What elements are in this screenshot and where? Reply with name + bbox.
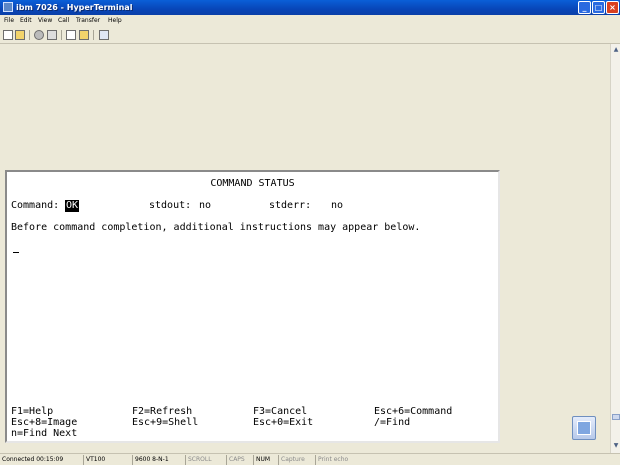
stderr-value: no: [331, 200, 344, 211]
status-bar: Connected 00:15:09 VT100 9600 8-N-1 SCRO…: [0, 453, 620, 465]
stderr-label: stderr:: [269, 200, 312, 211]
toolbar-separator: [93, 30, 94, 40]
scroll-to-bottom-button[interactable]: [572, 416, 596, 440]
key-esc9-shell[interactable]: Esc+9=Shell: [132, 417, 198, 429]
properties-icon[interactable]: [99, 30, 109, 40]
scroll-thumb[interactable]: [612, 414, 620, 420]
minimize-button[interactable]: _: [578, 1, 591, 14]
key-find[interactable]: /=Find: [374, 417, 410, 429]
menu-file[interactable]: File: [4, 16, 14, 26]
status-emulation: VT100: [83, 455, 131, 465]
disconnect-icon[interactable]: [34, 30, 44, 40]
status-print-echo: Print echo: [315, 455, 363, 465]
toolbar: [0, 27, 620, 44]
toolbar-separator: [61, 30, 62, 40]
toolbar-separator: [29, 30, 30, 40]
status-connected: Connected 00:15:09: [2, 456, 64, 463]
menu-transfer[interactable]: Transfer: [76, 16, 100, 26]
receive-icon[interactable]: [79, 30, 89, 40]
key-esc0-exit[interactable]: Esc+0=Exit: [253, 417, 313, 429]
menu-bar: File Edit View Call Transfer Help: [0, 15, 620, 27]
maximize-button[interactable]: □: [592, 1, 605, 14]
scroll-up-icon[interactable]: ▲: [612, 46, 620, 54]
close-button[interactable]: ×: [606, 1, 619, 14]
text-cursor: [13, 252, 19, 253]
stdout-value: no: [199, 200, 212, 211]
status-message: Before command completion, additional in…: [11, 222, 421, 233]
status-settings: 9600 8-N-1: [132, 455, 184, 465]
menu-help[interactable]: Help: [108, 16, 122, 26]
arrow-down-icon: [577, 421, 591, 435]
window-title: ibm 7026 - HyperTerminal: [16, 3, 133, 12]
key-find-next[interactable]: n=Find Next: [11, 428, 77, 440]
menu-call[interactable]: Call: [58, 16, 69, 26]
scroll-down-icon[interactable]: ▼: [612, 442, 620, 450]
status-scroll: SCROLL: [185, 455, 225, 465]
menu-view[interactable]: View: [38, 16, 52, 26]
command-status-badge: OK: [65, 200, 80, 212]
vertical-scrollbar[interactable]: ▲ ▼: [610, 44, 620, 453]
open-icon[interactable]: [15, 30, 25, 40]
hyperterminal-app-icon[interactable]: [3, 2, 13, 12]
menu-edit[interactable]: Edit: [20, 16, 32, 26]
panel-title: COMMAND STATUS: [210, 178, 295, 189]
title-bar: ibm 7026 - HyperTerminal _ □ ×: [0, 0, 620, 15]
new-icon[interactable]: [3, 30, 13, 40]
status-caps: CAPS: [226, 455, 252, 465]
status-capture: Capture: [278, 455, 314, 465]
dial-icon[interactable]: [47, 30, 57, 40]
command-label: Command:: [11, 200, 60, 211]
send-icon[interactable]: [66, 30, 76, 40]
command-status-panel[interactable]: COMMAND STATUS Command: OK stdout: no st…: [5, 170, 500, 443]
stdout-label: stdout:: [149, 200, 192, 211]
status-num: NUM: [253, 455, 277, 465]
